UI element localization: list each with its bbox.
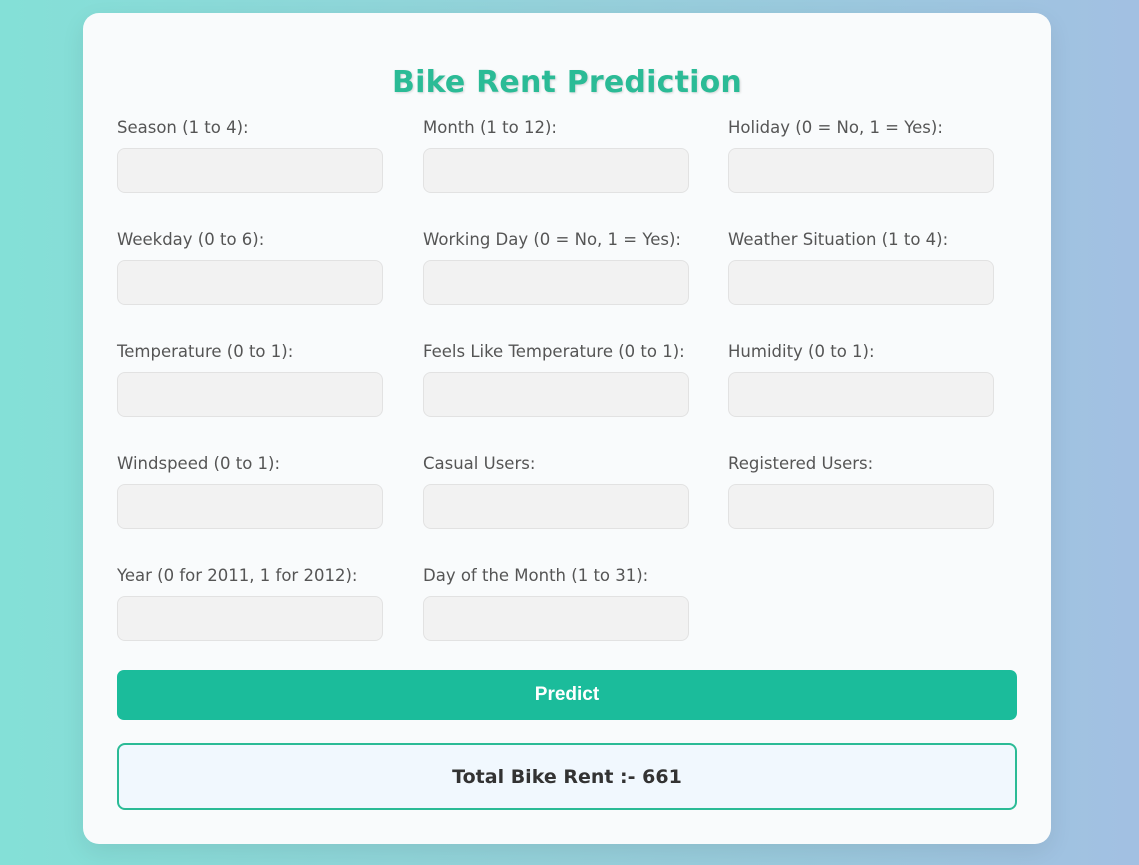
- weekday-input[interactable]: [117, 260, 383, 305]
- windspeed-input[interactable]: [117, 484, 383, 529]
- day-of-month-input[interactable]: [423, 596, 689, 641]
- season-field-group: Season (1 to 4):: [117, 117, 407, 193]
- holiday-label: Holiday (0 = No, 1 = Yes):: [728, 118, 943, 137]
- weather-situation-field-group: Weather Situation (1 to 4):: [728, 229, 1018, 305]
- page-title: Bike Rent Prediction: [392, 65, 742, 100]
- prediction-card: Bike Rent Prediction Season (1 to 4): Mo…: [83, 13, 1051, 844]
- month-field-group: Month (1 to 12):: [423, 117, 713, 193]
- casual-users-field-group: Casual Users:: [423, 453, 713, 529]
- weather-situation-input[interactable]: [728, 260, 994, 305]
- day-of-month-label: Day of the Month (1 to 31):: [423, 566, 649, 585]
- month-label: Month (1 to 12):: [423, 118, 557, 137]
- weekday-field-group: Weekday (0 to 6):: [117, 229, 407, 305]
- working-day-field-group: Working Day (0 = No, 1 = Yes):: [423, 229, 713, 305]
- holiday-field-group: Holiday (0 = No, 1 = Yes):: [728, 117, 1018, 193]
- holiday-input[interactable]: [728, 148, 994, 193]
- result-text: Total Bike Rent :- 661: [452, 765, 682, 788]
- day-of-month-field-group: Day of the Month (1 to 31):: [423, 565, 713, 641]
- windspeed-field-group: Windspeed (0 to 1):: [117, 453, 407, 529]
- registered-users-input[interactable]: [728, 484, 994, 529]
- weekday-label: Weekday (0 to 6):: [117, 230, 265, 249]
- temperature-input[interactable]: [117, 372, 383, 417]
- year-field-group: Year (0 for 2011, 1 for 2012):: [117, 565, 407, 641]
- result-box: Total Bike Rent :- 661: [117, 743, 1017, 810]
- predict-button[interactable]: Predict: [117, 670, 1017, 720]
- windspeed-label: Windspeed (0 to 1):: [117, 454, 281, 473]
- working-day-input[interactable]: [423, 260, 689, 305]
- humidity-field-group: Humidity (0 to 1):: [728, 341, 1018, 417]
- feels-like-temperature-label: Feels Like Temperature (0 to 1):: [423, 342, 685, 361]
- registered-users-label: Registered Users:: [728, 454, 874, 473]
- humidity-input[interactable]: [728, 372, 994, 417]
- season-label: Season (1 to 4):: [117, 118, 249, 137]
- casual-users-input[interactable]: [423, 484, 689, 529]
- casual-users-label: Casual Users:: [423, 454, 536, 473]
- registered-users-field-group: Registered Users:: [728, 453, 1018, 529]
- working-day-label: Working Day (0 = No, 1 = Yes):: [423, 230, 681, 249]
- temperature-field-group: Temperature (0 to 1):: [117, 341, 407, 417]
- humidity-label: Humidity (0 to 1):: [728, 342, 875, 361]
- year-label: Year (0 for 2011, 1 for 2012):: [117, 566, 358, 585]
- month-input[interactable]: [423, 148, 689, 193]
- feels-like-temperature-field-group: Feels Like Temperature (0 to 1):: [423, 341, 713, 417]
- weather-situation-label: Weather Situation (1 to 4):: [728, 230, 949, 249]
- temperature-label: Temperature (0 to 1):: [117, 342, 294, 361]
- year-input[interactable]: [117, 596, 383, 641]
- season-input[interactable]: [117, 148, 383, 193]
- feels-like-temperature-input[interactable]: [423, 372, 689, 417]
